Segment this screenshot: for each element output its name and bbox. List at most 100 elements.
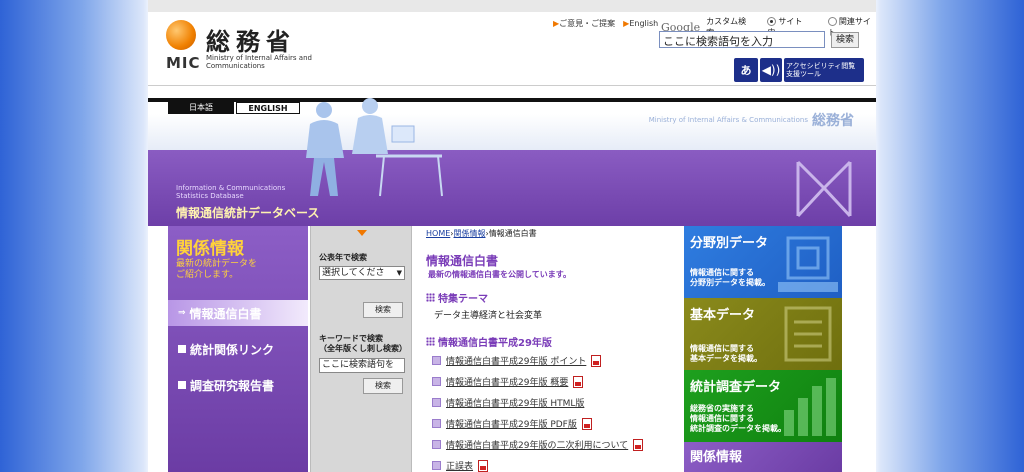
- left-nav-subtitle-line1: 最新の統計データを: [176, 259, 258, 269]
- dots-icon: [426, 293, 435, 302]
- tile-desc-line: 分野別データを掲載。: [690, 278, 770, 287]
- list-item: 情報通信白書平成29年版 PDF版: [432, 417, 592, 430]
- page-subtitle: 最新の情報通信白書を公開しています。: [428, 270, 571, 279]
- keyword-search-label: キーワードで検索 （全年版くし刺し検索）: [319, 334, 407, 354]
- left-nav-subtitle-line2: ご紹介します。: [176, 270, 239, 280]
- year-select[interactable]: 選択してくださ ▼: [319, 266, 405, 280]
- year-search-button[interactable]: 検索: [363, 302, 403, 318]
- breadcrumb-home[interactable]: HOME: [426, 229, 450, 238]
- pdf-icon: [591, 354, 602, 367]
- banner-title-jp: 情報通信統計データベース: [176, 206, 320, 220]
- left-nav: 関係情報 最新の統計データを ご紹介します。 ⇒ 情報通信白書 統計関係リンク …: [168, 226, 308, 472]
- square-bullet-icon: [178, 381, 186, 389]
- tile-title: 分野別データ: [690, 236, 769, 251]
- banner-title-en-line1: Information & Communications: [176, 184, 286, 192]
- lang-jp-tab[interactable]: 日本語: [168, 102, 234, 114]
- breadcrumb-current: 情報通信白書: [488, 229, 537, 238]
- site-header: MIC 総務省 Ministry of Internal Affairs and…: [148, 0, 876, 86]
- triangle-down-icon: [357, 230, 367, 236]
- list-item: 正誤表: [432, 459, 489, 472]
- banner-brand-en: Ministry of Internal Affairs & Communica…: [648, 116, 808, 124]
- list-item: 情報通信白書平成29年版 概要: [432, 375, 584, 388]
- link-summary[interactable]: 情報通信白書平成29年版 概要: [446, 375, 568, 388]
- logo-jp-text[interactable]: 総務省: [206, 22, 296, 57]
- pdf-icon: [581, 417, 592, 430]
- bullet-icon: [432, 377, 441, 386]
- banner-title-en: Information & Communications Statistics …: [176, 184, 285, 200]
- nav-item-links[interactable]: 統計関係リンク: [168, 336, 308, 362]
- tile-desc: 情報通信に関する 基本データを掲載。: [690, 344, 762, 364]
- link-reuse[interactable]: 情報通信白書平成29年版の二次利用について: [446, 438, 628, 451]
- people-at-desk-illustration: [306, 98, 443, 197]
- accessibility-tool-button[interactable]: アクセシビリティ閲覧支援ツール: [784, 58, 864, 82]
- list-item: 情報通信白書平成29年版 HTML版: [432, 396, 584, 409]
- tile-pattern-icon: [784, 378, 836, 436]
- square-bullet-icon: [178, 345, 186, 353]
- tile-related-info[interactable]: 関係情報: [684, 442, 842, 472]
- breadcrumb: HOME›関係情報›情報通信白書: [426, 229, 537, 238]
- banner-deco-icon: [796, 160, 852, 218]
- link-points[interactable]: 情報通信白書平成29年版 ポイント: [446, 354, 586, 367]
- link-errata[interactable]: 正誤表: [446, 459, 473, 472]
- keyword-search-button[interactable]: 検索: [363, 378, 403, 394]
- breadcrumb-related[interactable]: 関係情報: [453, 229, 485, 238]
- site-search-input[interactable]: ここに検索語句を入力: [659, 31, 825, 48]
- list-item: 情報通信白書平成29年版 ポイント: [432, 354, 602, 367]
- keyword-label-line1: キーワードで検索: [319, 334, 383, 343]
- tile-desc-line: 情報通信に関する: [690, 268, 754, 277]
- tile-title: 統計調査データ: [690, 380, 782, 395]
- left-nav-subtitle: 最新の統計データを ご紹介します。: [176, 259, 257, 281]
- tile-pattern-icon: [784, 306, 832, 362]
- main-content: HOME›関係情報›情報通信白書 情報通信白書 最新の情報通信白書を公開していま…: [416, 226, 680, 472]
- link-html[interactable]: 情報通信白書平成29年版 HTML版: [446, 396, 584, 409]
- search-column: 公表年で検索 選択してくださ ▼ 検索 キーワードで検索 （全年版くし刺し検索）…: [310, 226, 412, 472]
- tile-survey-data[interactable]: 統計調査データ 総務省の実施する 情報通信に関する 統計調査のデータを掲載。: [684, 370, 842, 442]
- feedback-link[interactable]: ▶ご意見・ご提案: [553, 18, 615, 29]
- font-size-button[interactable]: あ: [734, 58, 758, 82]
- page-title: 情報通信白書: [426, 254, 499, 268]
- radio-checked-icon[interactable]: [767, 17, 777, 26]
- logo-en-text: Ministry of Internal Affairs and Communi…: [206, 54, 312, 70]
- font-size-icon: あ: [740, 64, 752, 77]
- tile-basic-data[interactable]: 基本データ 情報通信に関する 基本データを掲載。: [684, 298, 842, 370]
- tile-desc-line: 情報通信に関する: [690, 344, 754, 353]
- radio-unchecked-icon[interactable]: [827, 17, 837, 26]
- keyword-label-line2: （全年版くし刺し検索）: [319, 344, 407, 353]
- mic-logo-icon[interactable]: [166, 20, 196, 50]
- select-arrow-icon: ▼: [396, 269, 402, 277]
- link-pdf[interactable]: 情報通信白書平成29年版 PDF版: [446, 417, 577, 430]
- left-nav-title: 関係情報: [176, 239, 244, 259]
- bullet-icon: [432, 461, 441, 470]
- section-h29-heading: 情報通信白書平成29年版: [426, 334, 552, 349]
- tile-desc-line: 統計調査のデータを掲載。: [690, 424, 786, 433]
- arrow-right-icon: ⇒: [178, 308, 186, 318]
- pdf-icon: [573, 375, 584, 388]
- banner-title-en-line2: Statistics Database: [176, 192, 244, 200]
- list-item: 情報通信白書平成29年版の二次利用について: [432, 438, 644, 451]
- speaker-button[interactable]: ◀)): [760, 58, 782, 82]
- bullet-icon: [432, 356, 441, 365]
- nav-item-label: 情報通信白書: [189, 306, 262, 321]
- tile-desc: 情報通信に関する 分野別データを掲載。: [690, 268, 770, 288]
- tile-pattern-icon: [778, 236, 838, 292]
- nav-item-label: 調査研究報告書: [190, 378, 275, 393]
- nav-item-hakusho[interactable]: ⇒ 情報通信白書: [168, 300, 308, 326]
- nav-item-reports[interactable]: 調査研究報告書: [168, 372, 308, 398]
- pdf-icon: [478, 459, 489, 472]
- english-link[interactable]: ▶English: [623, 19, 658, 28]
- bullet-icon: [432, 440, 441, 449]
- year-select-value: 選択してくださ: [322, 268, 385, 278]
- section-h29-title: 情報通信白書平成29年版: [438, 338, 552, 349]
- tile-title: 関係情報: [690, 450, 743, 465]
- keyword-input[interactable]: ここに検索語句を: [319, 358, 405, 373]
- speaker-icon: ◀)): [761, 63, 781, 77]
- tile-title: 基本データ: [690, 308, 756, 323]
- site-search-button[interactable]: 検索: [831, 32, 859, 48]
- top-links: ▶ご意見・ご提案 ▶English: [553, 18, 658, 29]
- feature-theme-text: データ主導経済と社会変革: [434, 311, 543, 321]
- nav-item-label: 統計関係リンク: [190, 342, 275, 357]
- logo-mic-text[interactable]: MIC: [166, 54, 201, 72]
- tile-field-data[interactable]: 分野別データ 情報通信に関する 分野別データを掲載。: [684, 226, 842, 298]
- bullet-icon: [432, 398, 441, 407]
- tile-desc-line: 総務省の実施する: [690, 404, 754, 413]
